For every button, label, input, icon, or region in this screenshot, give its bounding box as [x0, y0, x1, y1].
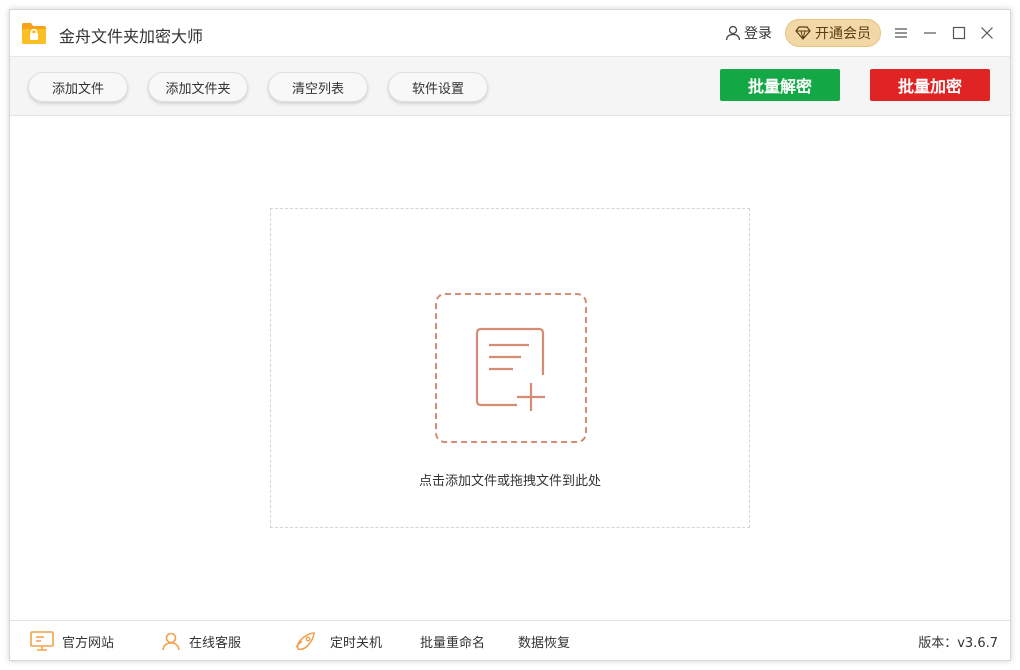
file-list-area: 点击添加文件或拖拽文件到此处 [10, 117, 1010, 620]
hamburger-menu-icon [895, 28, 907, 38]
version-label: 版本：v3.6.7 [918, 636, 998, 651]
minimize-icon [924, 32, 936, 34]
online-support-link[interactable]: 在线客服 [161, 621, 241, 661]
user-icon [725, 25, 741, 41]
settings-button[interactable]: 软件设置 [388, 72, 488, 102]
drop-zone[interactable]: 点击添加文件或拖拽文件到此处 [270, 208, 750, 528]
batch-decrypt-button[interactable]: 批量解密 [720, 69, 840, 101]
rocket-icon [295, 632, 315, 651]
monitor-icon [30, 631, 54, 651]
official-website-link[interactable]: 官方网站 [30, 621, 114, 661]
close-icon [981, 27, 993, 39]
footer-bar: 官方网站 在线客服 定时关机 批量重命名 数据恢复 版本：v3.6.7 [10, 620, 1010, 660]
app-window: 金舟文件夹加密大师 登录 开通会员 添加文件 添加文件夹 清空列表 软件设置 批… [9, 9, 1011, 661]
scheduled-shutdown-link[interactable]: 定时关机 [292, 621, 382, 661]
minimize-button[interactable] [920, 23, 940, 43]
menu-button[interactable] [891, 23, 911, 43]
data-recovery-link[interactable]: 数据恢复 [518, 621, 570, 661]
batch-rename-label: 批量重命名 [420, 635, 486, 651]
vip-button[interactable]: 开通会员 [785, 19, 881, 47]
app-title: 金舟文件夹加密大师 [59, 27, 204, 46]
official-website-label: 官方网站 [62, 635, 115, 651]
scheduled-shutdown-label: 定时关机 [330, 635, 383, 651]
maximize-button[interactable] [949, 23, 969, 43]
batch-rename-link[interactable]: 批量重命名 [420, 621, 485, 661]
folder-lock-logo-icon [20, 19, 48, 47]
batch-encrypt-button[interactable]: 批量加密 [870, 69, 990, 101]
vip-label: 开通会员 [815, 26, 871, 42]
drop-hint: 点击添加文件或拖拽文件到此处 [418, 474, 601, 489]
add-folder-button[interactable]: 添加文件夹 [148, 72, 248, 102]
login-label: 登录 [744, 26, 772, 42]
toolbar: 添加文件 添加文件夹 清空列表 软件设置 批量解密 批量加密 [10, 56, 1010, 116]
add-file-dropbox[interactable] [435, 293, 587, 443]
data-recovery-label: 数据恢复 [518, 635, 571, 651]
customer-service-icon [162, 632, 180, 651]
maximize-icon [952, 26, 966, 40]
close-button[interactable] [977, 23, 997, 43]
online-support-label: 在线客服 [189, 635, 242, 651]
login-button[interactable]: 登录 [724, 23, 772, 43]
clear-list-button[interactable]: 清空列表 [268, 72, 368, 102]
add-file-button[interactable]: 添加文件 [28, 72, 128, 102]
diamond-icon [795, 26, 811, 40]
title-bar: 金舟文件夹加密大师 登录 开通会员 [10, 10, 1010, 56]
add-document-icon [475, 327, 545, 411]
